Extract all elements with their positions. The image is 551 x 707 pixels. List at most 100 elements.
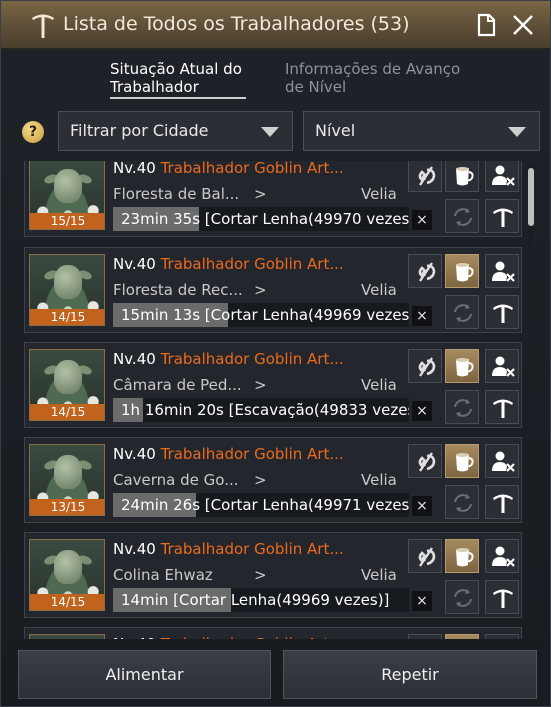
tab-label-line2: Trabalhador (110, 78, 199, 96)
document-icon[interactable] (473, 12, 499, 38)
repeat-button[interactable]: Repetir (283, 650, 537, 699)
worker-name: Trabalhador Goblin Art... (160, 445, 344, 463)
worker-list[interactable]: 15/15 Nv.40 Trabalhador Goblin Art... Fl… (20, 161, 528, 639)
repeat-task-button[interactable] (445, 580, 479, 614)
assign-work-button[interactable] (485, 199, 519, 233)
title-bar[interactable]: Lista de Todos os Trabalhadores (53) (1, 1, 550, 49)
cup-icon (456, 548, 474, 567)
assign-work-button[interactable] (485, 580, 519, 614)
worker-card[interactable]: 15/15 Nv.40 Trabalhador Goblin Art... Fl… (24, 161, 522, 237)
worker-card[interactable]: 14/15 Nv.40 Trabalhador Goblin Art... Fl… (24, 247, 522, 333)
worker-location[interactable]: Câmara de Ped... (113, 376, 243, 394)
cup-icon (456, 453, 474, 472)
assign-work-button[interactable] (485, 390, 519, 424)
feed-worker-button[interactable] (445, 254, 479, 288)
portrait-face (54, 455, 82, 489)
worker-portrait[interactable] (29, 634, 105, 639)
task-text: 15min 13s [Cortar Lenha(49969 vezes)] (121, 306, 409, 324)
worker-location[interactable]: Colina Ehwaz (113, 566, 243, 584)
assign-work-button[interactable] (485, 295, 519, 329)
stop-icon (418, 357, 436, 377)
cancel-task-button[interactable]: × (412, 496, 432, 516)
feed-worker-button[interactable] (445, 539, 479, 573)
feed-worker-button[interactable] (445, 161, 479, 192)
fire-worker-button[interactable] (485, 254, 519, 288)
scrollbar[interactable] (528, 164, 534, 638)
stamina-badge: 14/15 (30, 404, 104, 420)
worker-card[interactable]: 13/15 Nv.40 Trabalhador Goblin Art... Ca… (24, 437, 522, 523)
feed-button[interactable]: Alimentar (18, 650, 271, 699)
worker-location[interactable]: Caverna de Go... (113, 471, 243, 489)
assign-work-button[interactable] (485, 485, 519, 519)
worker-card[interactable]: Nv.40 Trabalhador Goblin Art... × (24, 627, 522, 639)
portrait-face (54, 169, 82, 203)
stop-button[interactable] (408, 254, 442, 288)
repeat-icon (454, 399, 472, 417)
tab-worker-status[interactable]: Situação Atual do Trabalhador (110, 60, 242, 96)
stop-button[interactable] (408, 444, 442, 478)
task-progress-bar: 24min 26s [Cortar Lenha(49971 vezes)] (113, 493, 409, 517)
worker-portrait[interactable]: 15/15 (29, 161, 105, 230)
help-icon[interactable]: ? (22, 121, 44, 143)
worker-name: Trabalhador Goblin Art... (160, 255, 344, 273)
fire-worker-icon (492, 165, 515, 186)
worker-portrait[interactable]: 14/15 (29, 349, 105, 421)
worker-portrait[interactable]: 14/15 (29, 254, 105, 326)
stop-button[interactable] (408, 634, 442, 639)
fire-worker-button[interactable] (485, 539, 519, 573)
stop-button[interactable] (408, 539, 442, 573)
feed-worker-button[interactable] (445, 444, 479, 478)
pickaxe-icon (493, 208, 513, 227)
task-text: 14min [Cortar Lenha(49969 vezes)] (121, 591, 390, 609)
worker-town: Velia (361, 281, 397, 299)
tab-level-info[interactable]: Informações de Avanço de Nível (285, 60, 460, 96)
feed-worker-button[interactable] (445, 349, 479, 383)
repeat-task-button[interactable] (445, 485, 479, 519)
task-text: 24min 26s [Cortar Lenha(49971 vezes)] (121, 496, 409, 514)
close-icon[interactable] (510, 12, 536, 38)
stamina-badge: 13/15 (30, 499, 104, 515)
fire-worker-button[interactable] (485, 444, 519, 478)
fire-worker-icon (492, 546, 515, 567)
stop-button[interactable] (408, 161, 442, 192)
stamina-badge: 14/15 (30, 594, 104, 610)
worker-portrait[interactable]: 14/15 (29, 539, 105, 611)
fire-worker-button[interactable] (485, 161, 519, 192)
worker-location[interactable]: Floresta de Rec... (113, 281, 243, 299)
cancel-task-button[interactable]: × (412, 401, 432, 421)
stop-icon (418, 166, 436, 186)
feed-worker-button[interactable] (445, 634, 479, 639)
task-progress-bar: 15min 13s [Cortar Lenha(49969 vezes)] (113, 303, 409, 327)
worker-location[interactable]: Floresta de Bal... (113, 185, 243, 203)
cancel-task-button[interactable]: × (412, 306, 432, 326)
worker-card[interactable]: 14/15 Nv.40 Trabalhador Goblin Art... Co… (24, 532, 522, 618)
pickaxe-icon (493, 399, 513, 418)
workers-window: Lista de Todos os Trabalhadores (53) Sit… (0, 0, 551, 707)
cancel-task-button[interactable]: × (412, 210, 432, 230)
chevron-down-icon (508, 127, 526, 137)
cup-icon (456, 358, 474, 377)
worker-level-name: Nv.40 Trabalhador Goblin Art... (113, 255, 344, 273)
level-filter-dropdown[interactable]: Nível (303, 111, 540, 151)
repeat-task-button[interactable] (445, 295, 479, 329)
repeat-task-button[interactable] (445, 390, 479, 424)
stop-icon (418, 452, 436, 472)
stop-button[interactable] (408, 349, 442, 383)
repeat-task-button[interactable] (445, 199, 479, 233)
worker-town: Velia (361, 376, 397, 394)
fire-worker-button[interactable] (485, 634, 519, 639)
worker-portrait[interactable]: 13/15 (29, 444, 105, 516)
worker-card[interactable]: 14/15 Nv.40 Trabalhador Goblin Art... Câ… (24, 342, 522, 428)
worker-town: Velia (361, 566, 397, 584)
cancel-task-button[interactable]: × (412, 591, 432, 611)
fire-worker-button[interactable] (485, 349, 519, 383)
worker-town: Velia (361, 185, 397, 203)
scrollbar-thumb[interactable] (528, 168, 534, 226)
task-text: 23min 35s [Cortar Lenha(49970 vezes)] (121, 210, 409, 228)
worker-level: Nv.40 (113, 350, 156, 368)
active-tab-underline (110, 97, 246, 99)
city-filter-dropdown[interactable]: Filtrar por Cidade (58, 111, 293, 151)
task-progress-bar: 14min [Cortar Lenha(49969 vezes)] (113, 588, 409, 612)
worker-name: Trabalhador Goblin Art... (160, 540, 344, 558)
repeat-icon (454, 494, 472, 512)
